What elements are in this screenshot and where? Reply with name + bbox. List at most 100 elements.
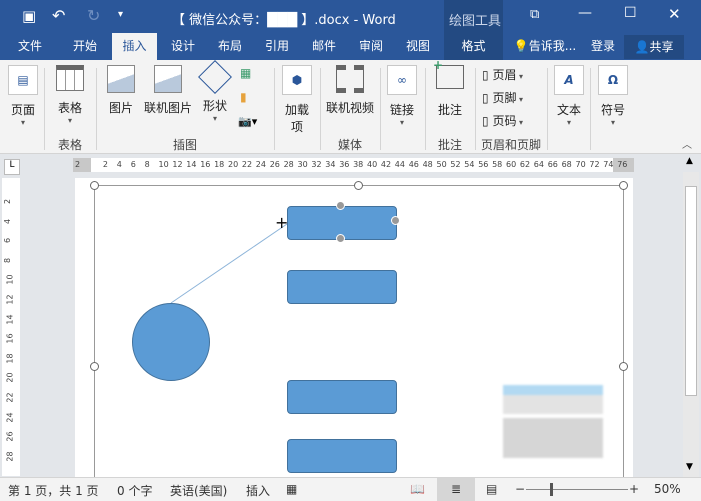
collapse-ribbon-icon[interactable]: ︿ [682,136,692,151]
rectangle-shape[interactable] [287,380,397,414]
footer-icon: ▯ [482,91,489,105]
omega-icon: Ω [598,65,628,95]
customize-quick-access-icon[interactable]: ▾ [118,9,123,20]
maximize-icon[interactable]: ☐ [624,5,637,21]
rectangle-shape[interactable] [287,439,397,473]
table-button[interactable]: 表格 ▾ [52,65,88,125]
macro-record-icon[interactable]: ▦ [286,482,297,496]
chart-icon[interactable]: ▮ [240,90,247,104]
film-icon [336,65,364,93]
zoom-in-icon[interactable]: + [629,482,639,496]
scroll-up-icon[interactable]: ▲ [686,156,693,166]
insert-mode[interactable]: 插入 [246,482,270,499]
online-video-button[interactable]: 联机视频 [324,65,376,116]
ruler-tick-label: 22 [241,160,253,169]
person-add-icon: 👤 [634,40,650,54]
tab-view[interactable]: 视图 [395,33,441,60]
online-picture-label: 联机图片 [143,101,192,115]
divider [380,68,381,150]
ruler-tick-label: 10 [158,160,169,169]
word-count[interactable]: 0 个字 [117,482,152,499]
ruler-tick-label: 28 [5,451,15,462]
picture-button[interactable]: 图片 [104,65,138,116]
close-icon[interactable]: ✕ [668,5,681,23]
title-bar: ▣ ↶ ↻ ▾ 【 微信公众号：███ 】.docx - Word ⧉ — ☐ … [0,0,701,33]
ruler-tick-label: 62 [519,160,531,169]
footer-button[interactable]: ▯ 页脚 ▾ [482,89,523,106]
ruler-tick-label: 20 [228,160,239,169]
page-button[interactable]: ▤ 页面 ▾ [6,65,40,127]
ribbon-insert: ▤ 页面 ▾ 表格 ▾ 表格 图片 联机图片 形状 ▾ ▦ ▮ 📷▾ 插图 ⬢ 加载项 联… [0,58,701,154]
page-number-button[interactable]: ▯ 页码 ▾ [482,112,523,129]
shapes-button[interactable]: 形状 ▾ [198,60,232,123]
tab-references[interactable]: 引用 [254,33,300,60]
header-icon: ▯ [482,68,489,82]
share-button[interactable]: 👤共享 [624,35,684,59]
tab-file[interactable]: 文件 [8,33,52,60]
divider [44,68,45,150]
screenshot-icon[interactable]: 📷▾ [238,115,257,128]
ruler-tick-label: 56 [478,160,489,169]
addins-label: 加载项 [284,103,309,134]
zoom-level[interactable]: 50% [654,482,681,496]
tab-format[interactable]: 格式 [444,33,503,60]
crosshair-cursor-icon: + [275,213,289,232]
save-icon[interactable]: ▣ [22,7,36,25]
addins-icon: ⬢ [282,65,312,95]
tab-mailings[interactable]: 邮件 [301,33,347,60]
tell-me-box[interactable]: 💡告诉我... [510,33,580,60]
divider [590,68,591,150]
tab-review[interactable]: 审阅 [348,33,394,60]
print-layout-icon[interactable]: ≣ [437,478,475,501]
zoom-slider[interactable] [526,489,628,490]
shapes-icon [198,60,232,94]
online-picture-button[interactable]: 联机图片 [142,65,194,116]
ruler-tick-label: 8 [3,257,13,263]
vertical-scrollbar[interactable]: ▲ ▼ [683,156,699,477]
undo-icon[interactable]: ↶ [52,6,65,25]
picture-label: 图片 [108,101,133,115]
text-icon: A [554,65,584,95]
watermark-image [503,385,603,458]
rectangle-shape[interactable] [287,270,397,304]
connection-point[interactable] [336,234,345,243]
zoom-out-icon[interactable]: − [515,482,525,496]
language[interactable]: 英语(美国) [170,482,227,499]
ribbon-display-icon[interactable]: ⧉ [530,7,539,22]
ruler-tick-label: 14 [5,314,15,325]
addins-button[interactable]: ⬢ 加载项 [280,65,314,135]
header-button[interactable]: ▯ 页眉 ▾ [482,66,523,83]
scroll-down-icon[interactable]: ▼ [686,462,693,472]
ruler-tick-label: 70 [575,160,586,169]
sign-in-link[interactable]: 登录 [586,33,620,60]
tab-home[interactable]: 开始 [62,33,108,60]
ruler-tick-label: 58 [492,160,503,169]
minimize-icon[interactable]: — [578,5,592,21]
group-label-header-footer: 页眉和页脚 [480,138,541,152]
tab-insert[interactable]: 插入 [112,33,157,60]
tab-layout[interactable]: 布局 [207,33,253,60]
connection-point[interactable] [336,201,345,210]
circle-shape[interactable] [132,303,210,381]
read-mode-icon[interactable]: 📖 [410,482,425,496]
redo-icon[interactable]: ↻ [87,6,100,25]
page-count[interactable]: 第 1 页，共 1 页 [8,482,99,499]
web-layout-icon[interactable]: ▤ [486,482,497,496]
zoom-slider-thumb[interactable] [550,483,553,496]
connection-point[interactable] [391,216,400,225]
tab-selector[interactable]: L [4,159,20,175]
horizontal-ruler[interactable]: 2 2 4 6 8 10 12 14 16 18 20 22 24 26 28 30 32 34 36 38 40 42 4… [73,158,634,172]
document-page[interactable]: + [75,178,633,485]
page-icon: ▤ [8,65,38,95]
smartart-icon[interactable]: ▦ [240,66,251,80]
vertical-ruler[interactable]: 2 4 6 8 10 12 14 16 18 20 22 24 26 28 [2,178,20,476]
ruler-tick-label: 34 [325,160,336,169]
tab-design[interactable]: 设计 [160,33,206,60]
comment-button[interactable]: + 批注 [433,58,467,118]
symbol-button[interactable]: Ω 符号 ▾ [596,65,630,127]
online-picture-icon [154,65,182,93]
link-button[interactable]: ∞ 链接 ▾ [386,65,418,127]
text-button[interactable]: A 文本 ▾ [552,65,586,127]
scrollbar-thumb[interactable] [685,186,697,396]
ruler-tick-label: 20 [5,372,15,383]
